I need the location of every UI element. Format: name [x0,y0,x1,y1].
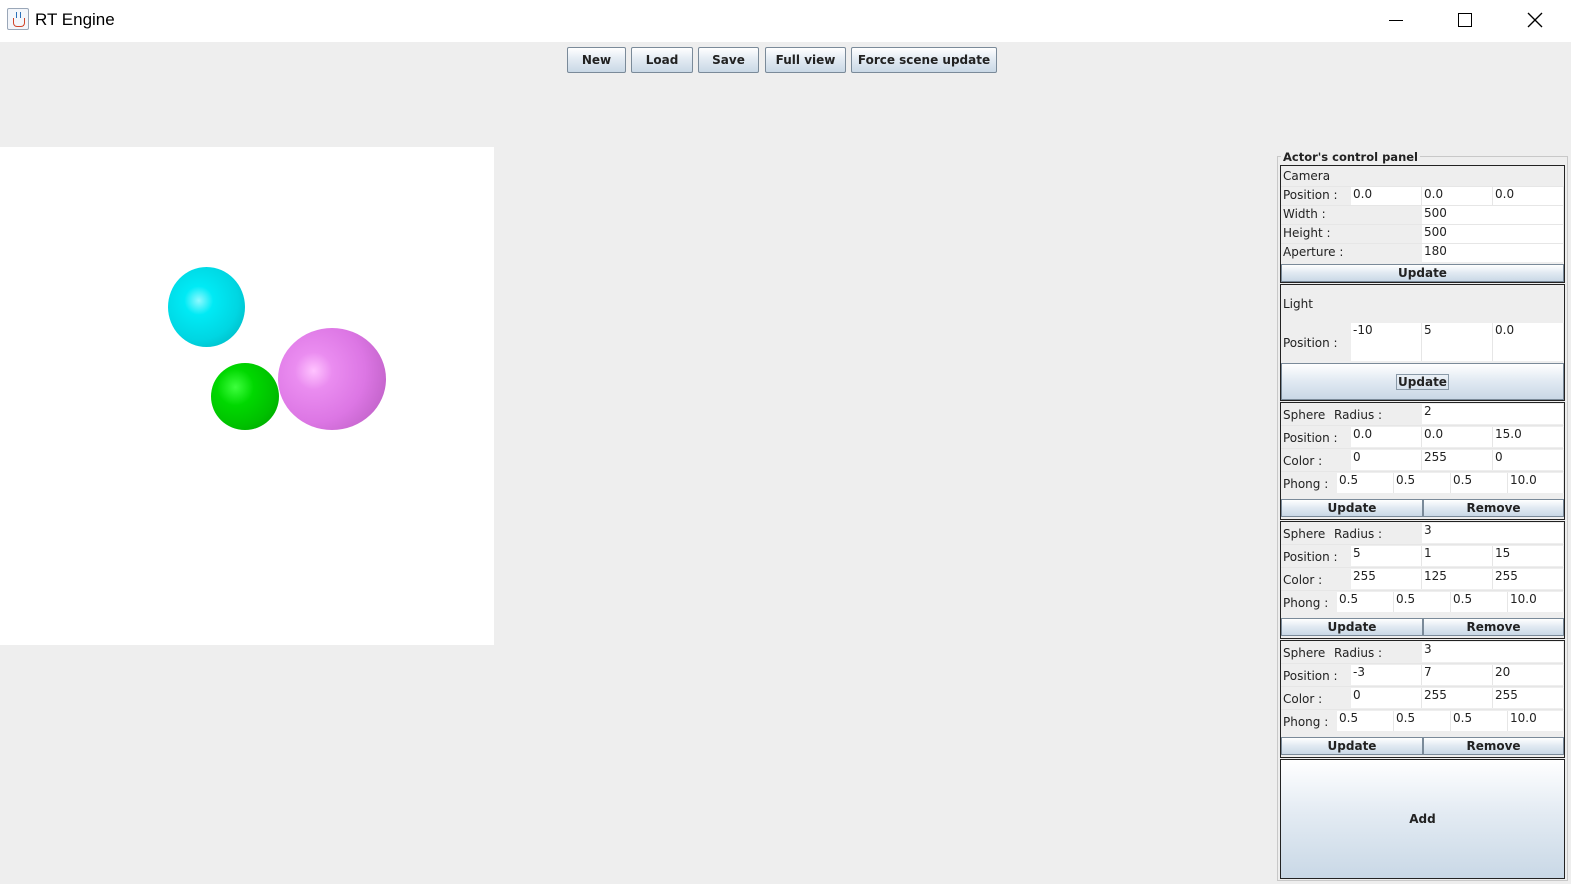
sphere-radius-label: Radius : [1334,527,1383,541]
new-button[interactable]: New [567,47,626,73]
force-scene-update-button[interactable]: Force scene update [851,47,997,73]
sphere-position-y-field[interactable]: 7 [1422,665,1493,685]
sphere-block-3: Sphere Radius : 3 Position : -3 7 20 Col… [1280,640,1565,758]
sphere-color-r-field[interactable]: 255 [1351,569,1422,589]
sphere-heading: Sphere [1283,646,1326,660]
sphere-position-label: Position : [1283,550,1338,564]
camera-aperture-field[interactable]: 180 [1422,244,1564,262]
sphere-radius-label: Radius : [1334,408,1383,422]
sphere-color-label: Color : [1283,692,1323,706]
cyan-sphere [168,267,245,347]
light-block: Light Position : -10 5 0.0 Update [1280,284,1565,401]
panel-title: Actor's control panel [1281,150,1420,164]
sphere-phong-4-field[interactable]: 10.0 [1508,592,1564,612]
sphere-position-label: Position : [1283,669,1338,683]
title-bar: RT Engine [0,0,1571,42]
sphere-position-y-field[interactable]: 1 [1422,546,1493,566]
sphere-color-b-field[interactable]: 255 [1493,569,1564,589]
sphere-position-y-field[interactable]: 0.0 [1422,427,1493,447]
sphere-phong-1-field[interactable]: 0.5 [1337,592,1394,612]
maximize-icon [1458,13,1472,27]
sphere-radius-field[interactable]: 2 [1422,404,1564,424]
camera-position-x-field[interactable]: 0.0 [1351,187,1422,205]
camera-width-label: Width : [1283,207,1326,221]
green-sphere [211,363,279,430]
sphere-update-button[interactable]: Update [1281,737,1423,755]
sphere-position-z-field[interactable]: 15.0 [1493,427,1564,447]
sphere-radius-field[interactable]: 3 [1422,523,1564,543]
sphere-remove-button[interactable]: Remove [1423,737,1564,755]
sphere-heading: Sphere [1283,527,1326,541]
sphere-position-x-field[interactable]: 5 [1351,546,1422,566]
light-position-z-field[interactable]: 0.0 [1493,323,1564,361]
light-position-x-field[interactable]: -10 [1351,323,1422,361]
sphere-update-button[interactable]: Update [1281,618,1423,636]
sphere-position-z-field[interactable]: 20 [1493,665,1564,685]
light-heading: Light [1283,297,1313,311]
camera-height-field[interactable]: 500 [1422,225,1564,243]
sphere-color-r-field[interactable]: 0 [1351,450,1422,470]
sphere-radius-label: Radius : [1334,646,1383,660]
sphere-phong-3-field[interactable]: 0.5 [1451,711,1508,731]
sphere-phong-label: Phong : [1283,477,1329,491]
sphere-phong-4-field[interactable]: 10.0 [1508,711,1564,731]
light-update-label: Update [1396,373,1449,390]
sphere-color-r-field[interactable]: 0 [1351,688,1422,708]
sphere-color-label: Color : [1283,454,1323,468]
sphere-color-b-field[interactable]: 255 [1493,688,1564,708]
close-icon [1527,12,1543,28]
minimize-button[interactable] [1361,0,1431,40]
sphere-block-2: Sphere Radius : 3 Position : 5 1 15 Colo… [1280,521,1565,639]
sphere-block-1: Sphere Radius : 2 Position : 0.0 0.0 15.… [1280,402,1565,520]
close-button[interactable] [1500,0,1570,40]
sphere-color-g-field[interactable]: 255 [1422,450,1493,470]
camera-block: Camera Position : 0.0 0.0 0.0 Width : 50… [1280,165,1565,283]
sphere-position-x-field[interactable]: 0.0 [1351,427,1422,447]
camera-width-field[interactable]: 500 [1422,206,1564,224]
camera-heading: Camera [1283,169,1331,183]
sphere-color-b-field[interactable]: 0 [1493,450,1564,470]
sphere-position-z-field[interactable]: 15 [1493,546,1564,566]
load-button[interactable]: Load [631,47,693,73]
window-title: RT Engine [35,10,115,29]
camera-height-label: Height : [1283,226,1331,240]
sphere-phong-label: Phong : [1283,596,1329,610]
light-position-label: Position : [1283,336,1338,350]
full-view-button[interactable]: Full view [765,47,846,73]
sphere-remove-button[interactable]: Remove [1423,618,1564,636]
sphere-heading: Sphere [1283,408,1326,422]
add-actor-button[interactable]: Add [1280,759,1565,879]
sphere-phong-label: Phong : [1283,715,1329,729]
sphere-radius-field[interactable]: 3 [1422,642,1564,662]
minimize-icon [1389,19,1403,21]
sphere-remove-button[interactable]: Remove [1423,499,1564,517]
camera-position-z-field[interactable]: 0.0 [1493,187,1564,205]
sphere-color-g-field[interactable]: 255 [1422,688,1493,708]
render-viewport[interactable] [0,147,494,645]
sphere-phong-4-field[interactable]: 10.0 [1508,473,1564,493]
camera-position-y-field[interactable]: 0.0 [1422,187,1493,205]
sphere-phong-2-field[interactable]: 0.5 [1394,711,1451,731]
sphere-phong-3-field[interactable]: 0.5 [1451,592,1508,612]
magenta-sphere [278,328,386,430]
sphere-color-label: Color : [1283,573,1323,587]
save-button[interactable]: Save [698,47,759,73]
light-update-button[interactable]: Update [1281,363,1564,400]
sphere-phong-2-field[interactable]: 0.5 [1394,592,1451,612]
maximize-button[interactable] [1430,0,1500,40]
camera-position-label: Position : [1283,188,1338,202]
sphere-position-x-field[interactable]: -3 [1351,665,1422,685]
sphere-update-button[interactable]: Update [1281,499,1423,517]
sphere-color-g-field[interactable]: 125 [1422,569,1493,589]
sphere-phong-1-field[interactable]: 0.5 [1337,473,1394,493]
actor-control-panel: Actor's control panel Camera Position : … [1277,150,1568,881]
sphere-position-label: Position : [1283,431,1338,445]
camera-update-button[interactable]: Update [1281,264,1564,282]
sphere-phong-2-field[interactable]: 0.5 [1394,473,1451,493]
java-cup-icon [7,8,29,30]
light-position-y-field[interactable]: 5 [1422,323,1493,361]
sphere-phong-3-field[interactable]: 0.5 [1451,473,1508,493]
sphere-phong-1-field[interactable]: 0.5 [1337,711,1394,731]
camera-aperture-label: Aperture : [1283,245,1344,259]
